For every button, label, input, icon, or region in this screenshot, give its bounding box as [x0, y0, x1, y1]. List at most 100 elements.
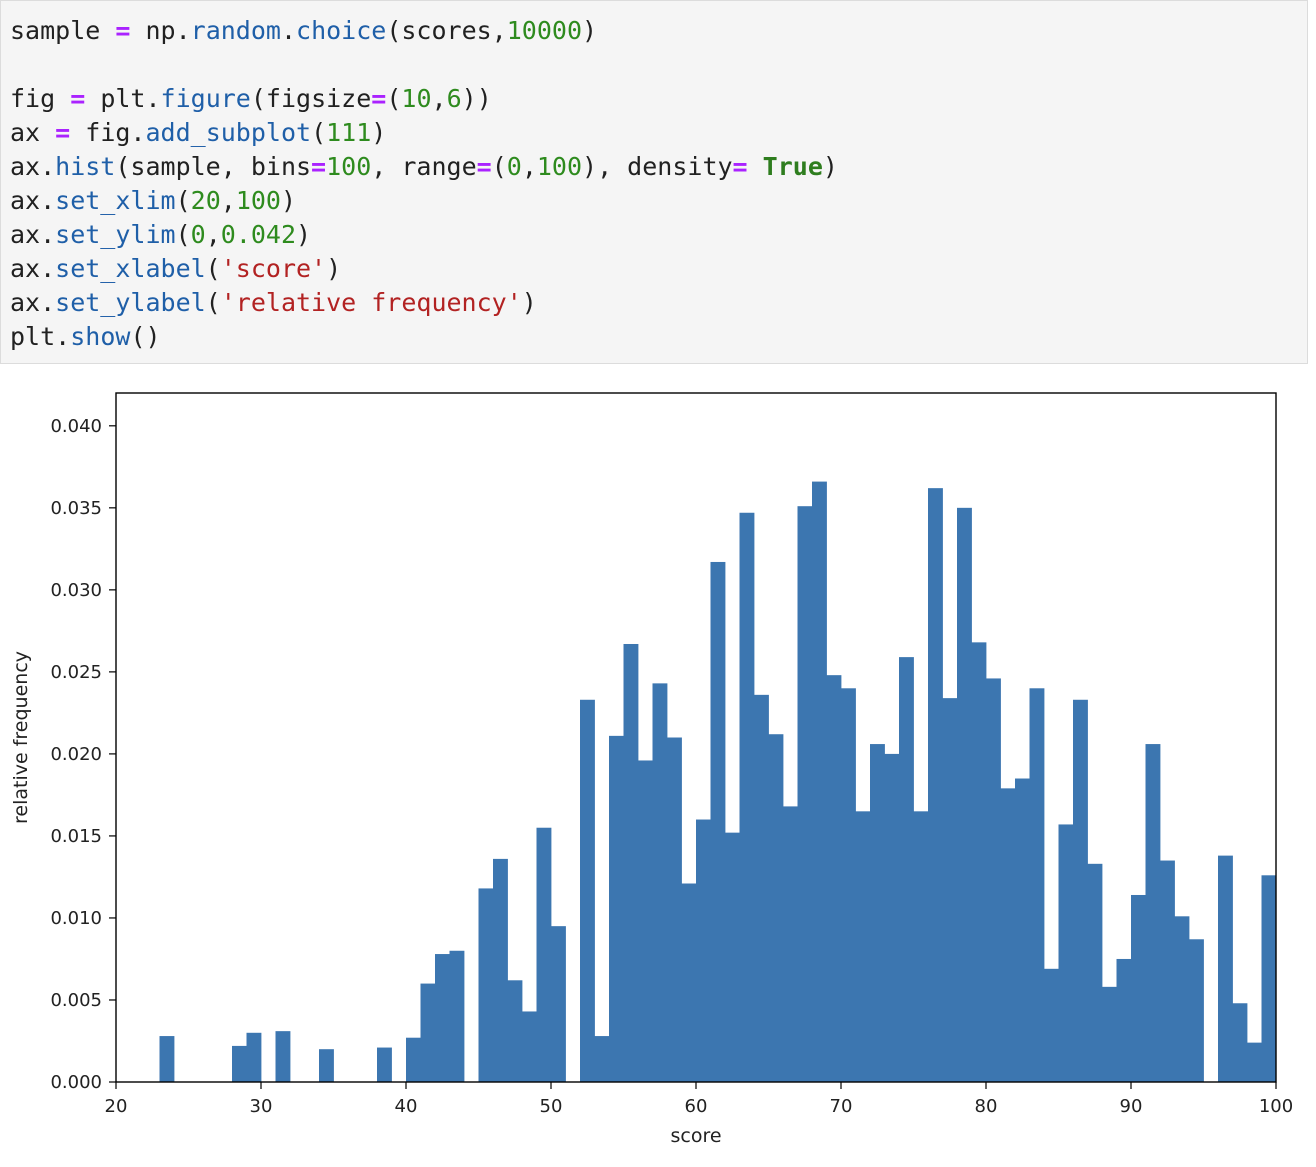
code-token: (: [175, 220, 191, 249]
code-token: 20: [190, 186, 221, 215]
code-token: fig: [10, 84, 71, 113]
code-token: , range: [371, 152, 477, 181]
histogram-bar: [1189, 939, 1204, 1082]
code-line: fig = plt.figure(figsize=(10,6)): [10, 82, 838, 116]
code-token: ,: [205, 220, 221, 249]
x-tick-label: 70: [830, 1096, 853, 1117]
x-tick-label: 20: [105, 1096, 128, 1117]
code-token: ax.: [10, 152, 56, 181]
y-tick-label: 0.010: [50, 908, 102, 929]
histogram-bar: [609, 735, 624, 1082]
histogram-bar: [449, 950, 465, 1082]
histogram-bar: [275, 1031, 291, 1082]
y-tick-label: 0.005: [50, 990, 102, 1011]
code-token: =: [55, 118, 71, 147]
code-token: =: [476, 152, 492, 181]
code-token: figure: [160, 84, 251, 113]
code-token: sample: [10, 16, 116, 45]
x-tick-label: 100: [1259, 1096, 1293, 1117]
code-token: ), density: [582, 152, 733, 181]
code-token: (: [205, 254, 221, 283]
histogram-bar: [899, 657, 914, 1082]
code-token: (: [175, 186, 191, 215]
y-tick-label: 0.040: [50, 416, 102, 437]
code-token: =: [115, 16, 131, 45]
x-tick-label: 30: [250, 1096, 273, 1117]
histogram-bar: [1247, 1042, 1262, 1082]
code-token: 'score': [220, 254, 327, 283]
histogram-bar: [928, 488, 943, 1083]
histogram-bar: [739, 512, 755, 1082]
histogram-bar: [580, 699, 595, 1082]
histogram-bar: [696, 819, 711, 1082]
histogram-bar: [319, 1049, 334, 1082]
histogram-bar: [420, 983, 436, 1082]
histogram-bar: [377, 1047, 392, 1082]
code-token: =: [311, 152, 327, 181]
histogram-bar: [232, 1045, 247, 1082]
histogram-bar: [913, 811, 929, 1082]
code-token: ): [582, 16, 598, 45]
histogram-bar: [1044, 968, 1059, 1082]
histogram-bar: [638, 760, 653, 1082]
histogram-bar: [783, 806, 798, 1082]
code-token: ,: [220, 186, 236, 215]
y-tick-label: 0.015: [50, 826, 102, 847]
code-token: (): [130, 322, 161, 351]
code-token: set_xlabel: [55, 254, 206, 283]
x-tick-label: 80: [975, 1096, 998, 1117]
code-token: 0: [506, 152, 522, 181]
y-tick-label: 0.030: [50, 580, 102, 601]
code-token: ax.: [10, 288, 56, 317]
histogram-bar: [1015, 778, 1030, 1082]
x-tick-label: 50: [540, 1096, 563, 1117]
histogram-bar: [1116, 958, 1132, 1082]
histogram-bar: [797, 506, 813, 1082]
histogram-bar: [507, 980, 523, 1082]
histogram-bar: [1232, 1003, 1248, 1082]
code-token: show: [70, 322, 131, 351]
code-token: ): [371, 118, 387, 147]
code-token: ): [296, 220, 312, 249]
y-tick-label: 0.020: [50, 744, 102, 765]
code-token: add_subplot: [145, 118, 312, 147]
histogram-bar: [1073, 699, 1088, 1082]
histogram-bar: [1087, 863, 1103, 1082]
histogram-bar: [1160, 860, 1175, 1082]
code-line: ax.set_xlim(20,100): [10, 184, 838, 218]
code-token: 0.042: [220, 220, 297, 249]
code-token: ,: [521, 152, 537, 181]
code-token: 'relative frequency': [220, 288, 522, 317]
histogram-bar: [493, 858, 508, 1082]
histogram-bar: [768, 734, 784, 1082]
code-token: ): [822, 152, 838, 181]
histogram-figure: 20 30 40 50 60 70 80 90 100 0.000 0.005 0.010 0.015…: [0, 380, 1316, 1162]
y-tick-label: 0.000: [50, 1072, 102, 1093]
code-editor[interactable]: sample = np.random.choice(scores,10000) f…: [10, 14, 838, 354]
histogram-bar: [522, 1011, 537, 1082]
histogram-bar: [942, 698, 958, 1082]
code-token: 100: [326, 152, 372, 181]
histogram-bar: [652, 683, 668, 1082]
code-token: True: [762, 152, 823, 181]
code-line: ax.set_xlabel('score'): [10, 252, 838, 286]
histogram-bar: [1102, 986, 1117, 1082]
code-token: ax.: [10, 220, 56, 249]
code-token: 10000: [506, 16, 583, 45]
code-token: set_ylabel: [55, 288, 206, 317]
histogram-bar: [551, 926, 566, 1082]
histogram-bar: [406, 1037, 421, 1082]
histogram-bar: [754, 694, 769, 1082]
y-axis-ticks: 0.000 0.005 0.010 0.015 0.020 0.025 0.030 0.035…: [50, 416, 116, 1093]
code-token: plt.: [85, 84, 161, 113]
histogram-bar: [1174, 916, 1190, 1082]
histogram-bar: [1058, 824, 1074, 1082]
code-token: ,: [431, 84, 447, 113]
code-cell[interactable]: sample = np.random.choice(scores,10000) f…: [0, 0, 1308, 364]
code-token: (figsize: [250, 84, 372, 113]
code-token: =: [70, 84, 86, 113]
histogram-bar: [478, 888, 494, 1082]
x-axis-ticks: 20 30 40 50 60 70 80 90 100: [105, 1082, 1293, 1117]
histogram-bar: [826, 675, 842, 1082]
